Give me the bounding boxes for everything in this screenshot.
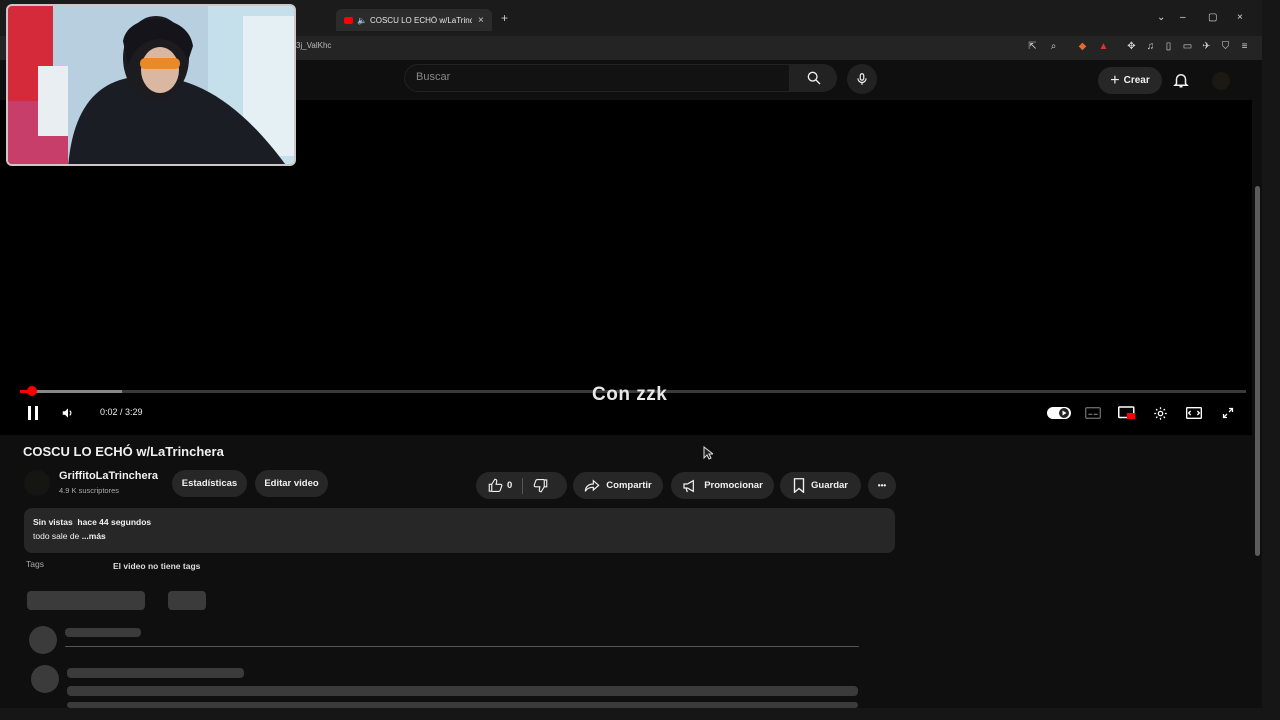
bottom-frame-edge [0,708,1280,720]
caption-text: Con zzk [592,384,668,405]
fullscreen-button[interactable] [1219,404,1237,422]
extensions-icon[interactable]: ✥ [1126,41,1137,52]
browser-tab[interactable]: 🔈 COSCU LO ECHÓ w/LaTrinche × [336,9,492,31]
tab-list-icon[interactable]: ⌄ [1157,12,1165,23]
share-label: Compartir [606,480,652,491]
account-avatar[interactable] [1212,72,1230,90]
edit-video-label: Editar video [264,478,319,489]
vpn-icon[interactable]: ✈ [1201,41,1212,52]
share-icon [585,478,600,492]
stats-button[interactable]: Estadísticas [172,470,247,497]
save-button[interactable]: Guardar [780,472,861,499]
volume-button[interactable] [59,404,77,422]
description-text: todo sale de ...más [33,531,106,541]
youtube-favicon-icon [344,16,353,24]
webcam-image [8,6,294,164]
description-snippet: todo sale de [33,531,82,541]
miniplayer-button[interactable] [1117,404,1137,422]
rewards-icon[interactable]: ▲ [1098,41,1109,52]
autoplay-toggle-icon [1047,407,1071,419]
comment-text-skeleton [67,686,858,696]
subscriber-count: 4.9 K suscriptores [59,486,120,495]
create-button[interactable]: + Crear [1098,67,1162,94]
dislike-icon[interactable] [533,478,548,493]
comment-author-skeleton [67,668,244,678]
close-window-icon[interactable]: × [1237,12,1243,23]
search-placeholder: Buscar [416,71,451,83]
media-icon[interactable]: ♫ [1145,41,1156,52]
channel-avatar[interactable] [24,470,50,496]
menu-icon[interactable]: ≡ [1239,41,1250,52]
wallet-icon[interactable]: ▭ [1182,41,1193,52]
restore-icon[interactable]: ▢ [1208,12,1217,23]
description-box[interactable] [24,508,895,553]
right-frame-edge [1262,0,1280,720]
promote-label: Promocionar [704,480,763,491]
comment-avatar-skeleton [31,665,59,693]
like-count: 0 [507,480,513,491]
save-icon [793,478,805,493]
edit-video-button[interactable]: Editar video [255,470,328,497]
view-count: Sin vistas [33,517,73,527]
minimize-icon[interactable]: – [1180,12,1186,23]
description-more-link[interactable]: ...más [82,531,106,541]
comment-avatar-skeleton [29,626,57,654]
shield-icon[interactable]: ⛉ [1220,41,1231,52]
search-icon [807,71,820,85]
description-meta: Sin vistas hace 44 segundos [33,517,151,527]
plus-icon: + [1110,71,1120,89]
search-button[interactable] [790,64,837,92]
tab-close-icon[interactable]: × [478,15,484,26]
more-icon: ••• [877,481,887,490]
voice-search-button[interactable] [847,64,877,94]
channel-name[interactable]: GriffitoLaTrinchera [59,470,158,482]
share-button[interactable]: Compartir [573,472,663,499]
more-actions-button[interactable]: ••• [868,472,896,499]
sort-skeleton [168,591,206,610]
settings-icon [1153,406,1167,420]
volume-icon [62,408,72,418]
create-label: Crear [1123,75,1150,86]
zoom-icon[interactable]: ⌕ [1048,41,1059,52]
tags-label: Tags [26,559,44,569]
subtitles-button[interactable] [1084,404,1102,422]
comment-input-skeleton [65,628,141,637]
theater-icon [1186,407,1202,419]
play-pause-button[interactable] [24,404,42,422]
search-input[interactable] [404,64,790,92]
pause-icon [28,406,38,420]
brave-shield-icon[interactable]: ◆ [1077,41,1088,52]
promote-button[interactable]: Promocionar [671,472,774,499]
tab-title: COSCU LO ECHÓ w/LaTrinche [369,15,472,25]
stats-label: Estadísticas [181,478,238,489]
settings-button[interactable] [1151,404,1169,422]
promote-icon [683,479,695,492]
like-icon[interactable] [488,478,503,493]
speaker-icon: 🔈 [357,15,367,25]
address-bar-url[interactable]: 3j_ValKhc [296,41,331,50]
autoplay-toggle[interactable] [1046,405,1072,421]
scrubber-handle[interactable] [27,386,37,396]
like-dislike-group: 0 [476,472,567,499]
comments-count-skeleton [27,591,145,610]
sidebar-icon[interactable]: ▯ [1163,41,1174,52]
new-tab-button[interactable]: + [501,11,508,25]
bell-icon[interactable] [1172,71,1190,89]
open-in-app-icon[interactable]: ⇱ [1027,41,1038,52]
miniplayer-icon [1118,406,1136,419]
comment-input-underline [65,646,859,647]
like-separator [522,477,524,494]
tags-value: El video no tiene tags [113,561,201,571]
fullscreen-icon [1222,407,1234,419]
mouse-cursor-icon [703,446,713,460]
webcam-overlay [6,4,296,166]
video-title: COSCU LO ECHÓ w/LaTrinchera [23,444,224,459]
subtitles-icon [1085,407,1101,419]
scrollbar-thumb[interactable] [1255,186,1260,556]
theater-mode-button[interactable] [1185,404,1203,422]
mic-icon [857,73,867,85]
save-label: Guardar [811,480,848,491]
upload-time: hace 44 segundos [77,517,152,527]
time-display: 0:02 / 3:29 [100,407,143,417]
